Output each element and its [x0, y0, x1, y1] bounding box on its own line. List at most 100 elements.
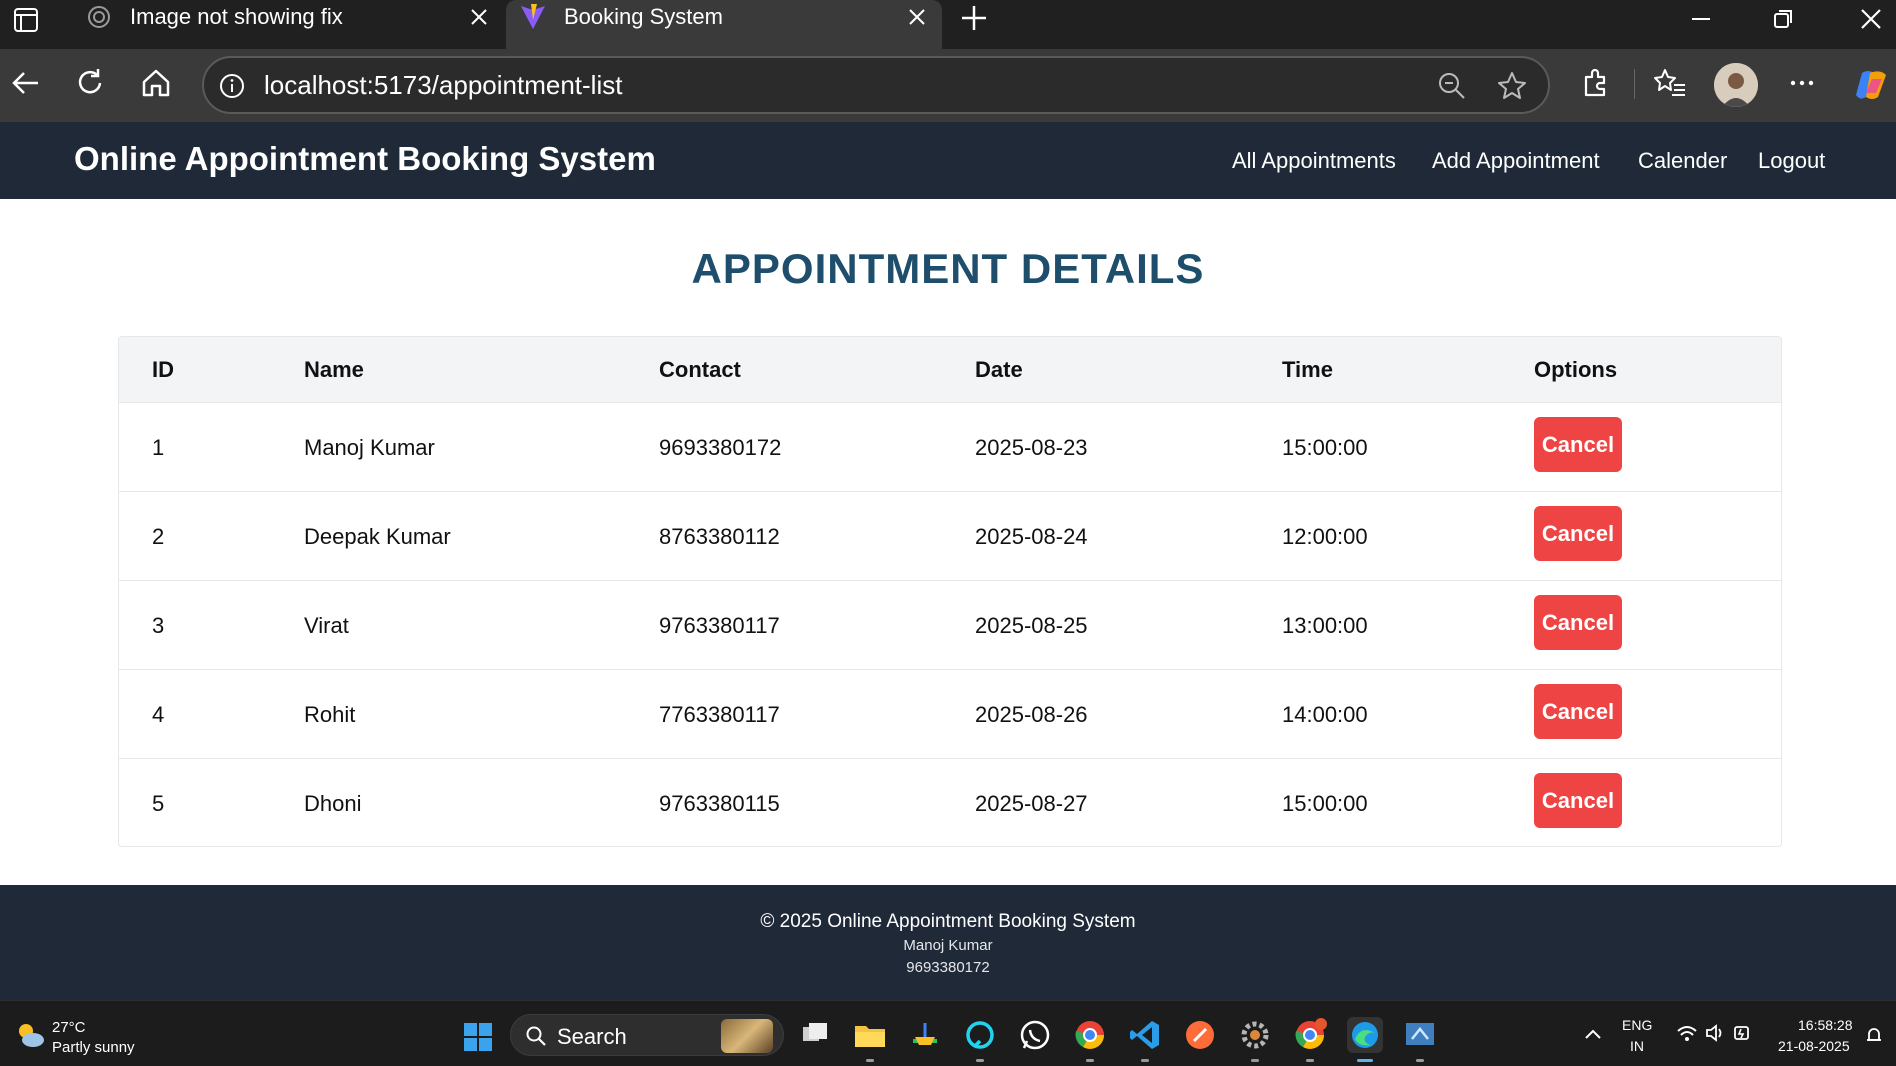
- cancel-button[interactable]: Cancel: [1534, 506, 1622, 561]
- appointments-table: ID Name Contact Date Time Options 1 Mano…: [118, 336, 1782, 847]
- back-arrow-icon[interactable]: [8, 65, 44, 101]
- cell-id: 2: [152, 524, 165, 549]
- openai-icon: [88, 6, 110, 28]
- close-icon[interactable]: [906, 6, 928, 28]
- table-row: 5 Dhoni 9763380115 2025-08-27 15:00:00 C…: [119, 759, 1781, 846]
- clock-date[interactable]: 21-08-2025: [1778, 1038, 1850, 1054]
- chevron-up-icon[interactable]: [1584, 1027, 1602, 1041]
- wifi-icon[interactable]: [1676, 1023, 1698, 1043]
- favorites-icon[interactable]: [1652, 65, 1688, 101]
- cell-contact: 9763380115: [659, 791, 780, 816]
- partly-sunny-icon[interactable]: [14, 1019, 46, 1051]
- volume-icon[interactable]: [1704, 1023, 1726, 1043]
- address-bar[interactable]: localhost:5173/appointment-list: [202, 56, 1550, 114]
- task-view-icon[interactable]: [797, 1017, 833, 1053]
- cell-name: Virat: [304, 613, 349, 638]
- column-header-time: Time: [1282, 357, 1333, 382]
- copilot-icon[interactable]: [1852, 65, 1892, 105]
- tab-title: Booking System: [564, 4, 723, 29]
- cell-contact: 8763380112: [659, 524, 780, 549]
- home-icon[interactable]: [138, 65, 174, 101]
- tab-booking-system[interactable]: Booking System: [506, 0, 942, 49]
- column-header-name: Name: [304, 357, 364, 382]
- tab-image-not-showing[interactable]: Image not showing fix: [72, 0, 504, 49]
- weather-temperature[interactable]: 27°C: [52, 1019, 86, 1036]
- cell-id: 5: [152, 791, 165, 816]
- windows-taskbar: 27°C Partly sunny Search ENG IN 16:58:28…: [0, 1000, 1896, 1066]
- tab-actions-icon[interactable]: [10, 4, 42, 36]
- table-row: 4 Rohit 7763380117 2025-08-26 14:00:00 C…: [119, 670, 1781, 759]
- page-title: APPOINTMENT DETAILS: [691, 245, 1205, 292]
- info-icon[interactable]: [218, 72, 246, 100]
- close-icon[interactable]: [468, 6, 490, 28]
- cell-contact: 9693380172: [659, 435, 782, 460]
- notification-bell-icon[interactable]: [1864, 1025, 1884, 1045]
- minimize-icon[interactable]: [1688, 6, 1714, 32]
- table-row: 2 Deepak Kumar 8763380112 2025-08-24 12:…: [119, 492, 1781, 581]
- settings-gear-icon[interactable]: [1237, 1017, 1273, 1062]
- nav-add-appointment[interactable]: Add Appointment: [1432, 148, 1600, 174]
- language-top[interactable]: ENG: [1622, 1017, 1652, 1033]
- site-header: Online Appointment Booking System All Ap…: [0, 122, 1896, 199]
- url-text[interactable]: localhost:5173/appointment-list: [264, 70, 622, 101]
- cancel-button[interactable]: Cancel: [1534, 595, 1622, 650]
- reload-icon[interactable]: [72, 65, 108, 101]
- cell-name: Deepak Kumar: [304, 524, 451, 549]
- more-options-icon[interactable]: [1784, 65, 1820, 101]
- weather-description[interactable]: Partly sunny: [52, 1039, 135, 1056]
- vscode-icon[interactable]: [1127, 1017, 1163, 1062]
- cancel-button[interactable]: Cancel: [1534, 773, 1622, 828]
- file-explorer-icon[interactable]: [852, 1017, 888, 1062]
- cell-date: 2025-08-23: [975, 435, 1088, 460]
- restore-icon[interactable]: [1770, 6, 1796, 32]
- cancel-button[interactable]: Cancel: [1534, 417, 1622, 472]
- cell-date: 2025-08-25: [975, 613, 1088, 638]
- alexa-icon[interactable]: [962, 1017, 998, 1062]
- profile-avatar[interactable]: [1714, 63, 1758, 107]
- nav-all-appointments[interactable]: All Appointments: [1232, 148, 1396, 174]
- battery-icon[interactable]: [1732, 1023, 1754, 1043]
- nav-logout[interactable]: Logout: [1758, 148, 1825, 174]
- taskbar-search[interactable]: Search: [510, 1014, 784, 1056]
- search-highlight-image: [721, 1019, 773, 1053]
- site-brand[interactable]: Online Appointment Booking System: [74, 140, 656, 178]
- app-icon-boat[interactable]: [907, 1017, 943, 1053]
- windows-start-icon[interactable]: [462, 1021, 494, 1053]
- extensions-icon[interactable]: [1578, 65, 1614, 101]
- cell-time: 15:00:00: [1282, 791, 1368, 816]
- browser-toolbar: localhost:5173/appointment-list: [0, 49, 1896, 122]
- cell-time: 13:00:00: [1282, 613, 1368, 638]
- chrome-icon[interactable]: [1072, 1017, 1108, 1062]
- remote-desktop-icon[interactable]: [1402, 1017, 1438, 1062]
- avatar-image: [1714, 63, 1758, 107]
- clock-time[interactable]: 16:58:28: [1798, 1017, 1853, 1033]
- footer-author: Manoj Kumar: [903, 937, 993, 954]
- footer-copyright: © 2025 Online Appointment Booking System: [760, 911, 1136, 932]
- search-icon: [526, 1026, 546, 1046]
- cell-date: 2025-08-24: [975, 524, 1088, 549]
- zoom-out-icon[interactable]: [1436, 70, 1468, 102]
- main-content: APPOINTMENT DETAILS ID Name Contact Date…: [0, 199, 1896, 885]
- postman-icon[interactable]: [1182, 1017, 1218, 1053]
- toolbar-divider: [1634, 69, 1635, 99]
- close-window-icon[interactable]: [1858, 6, 1884, 32]
- cancel-button[interactable]: Cancel: [1534, 684, 1622, 739]
- table-header: ID Name Contact Date Time Options: [119, 337, 1781, 403]
- browser-tabstrip: Image not showing fix Booking System: [0, 0, 1896, 49]
- cell-time: 12:00:00: [1282, 524, 1368, 549]
- cell-time: 14:00:00: [1282, 702, 1368, 727]
- edge-browser-icon[interactable]: [1347, 1017, 1383, 1062]
- favorite-star-icon[interactable]: [1496, 70, 1528, 102]
- search-label: Search: [557, 1024, 627, 1049]
- language-bottom[interactable]: IN: [1630, 1038, 1644, 1054]
- whatsapp-icon[interactable]: [1017, 1017, 1053, 1053]
- cell-id: 3: [152, 613, 165, 638]
- chrome-profile-icon[interactable]: [1292, 1017, 1328, 1062]
- column-header-options: Options: [1534, 357, 1618, 382]
- nav-calender[interactable]: Calender: [1638, 148, 1727, 174]
- cell-date: 2025-08-26: [975, 702, 1088, 727]
- new-tab-icon[interactable]: [958, 2, 990, 34]
- tab-title: Image not showing fix: [130, 4, 343, 29]
- footer-phone: 9693380172: [906, 959, 990, 976]
- cell-name: Dhoni: [304, 791, 362, 816]
